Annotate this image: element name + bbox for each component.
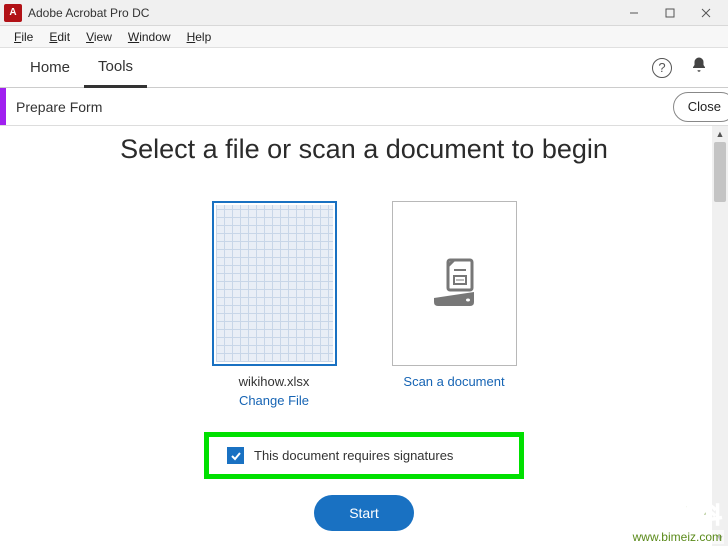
checkmark-icon: [230, 450, 242, 462]
menu-view[interactable]: View: [78, 28, 120, 46]
scan-document-link[interactable]: Scan a document: [403, 374, 504, 389]
tab-tools[interactable]: Tools: [84, 48, 147, 88]
watermark-url: www.bimeiz.com: [628, 530, 724, 544]
main-tabs: Home Tools ?: [0, 48, 728, 88]
file-thumbnail[interactable]: [212, 201, 337, 366]
signatures-checkbox-row[interactable]: This document requires signatures: [204, 432, 524, 479]
file-name-label: wikihow.xlsx: [239, 374, 310, 389]
window-close-button[interactable]: [688, 0, 724, 26]
menubar: File Edit View Window Help: [0, 26, 728, 48]
scan-card: Scan a document: [384, 201, 524, 408]
watermark: 生活百科 www.bimeiz.com: [628, 498, 724, 544]
signatures-checkbox[interactable]: [227, 447, 244, 464]
content-area: Select a file or scan a document to begi…: [0, 126, 728, 546]
minimize-icon: [629, 8, 639, 18]
help-icon[interactable]: ?: [652, 58, 672, 78]
scanner-icon: [424, 254, 484, 314]
window-titlebar: A Adobe Acrobat Pro DC: [0, 0, 728, 26]
change-file-link[interactable]: Change File: [239, 393, 309, 408]
tool-subheader: Prepare Form Close: [0, 88, 728, 126]
bell-icon: [690, 56, 708, 74]
vertical-scrollbar[interactable]: ▲ ▼: [712, 126, 728, 546]
close-tool-button[interactable]: Close: [673, 92, 728, 122]
menu-edit[interactable]: Edit: [41, 28, 78, 46]
page-heading: Select a file or scan a document to begi…: [0, 134, 728, 165]
tool-title: Prepare Form: [6, 99, 673, 115]
start-button[interactable]: Start: [314, 495, 414, 531]
spreadsheet-thumbnail-icon: [216, 205, 333, 362]
app-icon: A: [4, 4, 22, 22]
menu-file[interactable]: File: [6, 28, 41, 46]
window-maximize-button[interactable]: [652, 0, 688, 26]
file-card: wikihow.xlsx Change File: [204, 201, 344, 408]
scan-thumbnail[interactable]: [392, 201, 517, 366]
option-cards: wikihow.xlsx Change File Scan a document: [0, 201, 728, 408]
watermark-text: 生活百科: [628, 498, 724, 530]
scrollbar-thumb[interactable]: [714, 142, 726, 202]
close-icon: [701, 8, 711, 18]
scroll-up-icon[interactable]: ▲: [712, 126, 728, 142]
menu-window[interactable]: Window: [120, 28, 179, 46]
window-title: Adobe Acrobat Pro DC: [28, 6, 616, 20]
signatures-checkbox-label: This document requires signatures: [254, 448, 453, 463]
window-minimize-button[interactable]: [616, 0, 652, 26]
notifications-icon[interactable]: [690, 56, 708, 79]
menu-help[interactable]: Help: [179, 28, 220, 46]
maximize-icon: [665, 8, 675, 18]
tab-home[interactable]: Home: [16, 49, 84, 86]
